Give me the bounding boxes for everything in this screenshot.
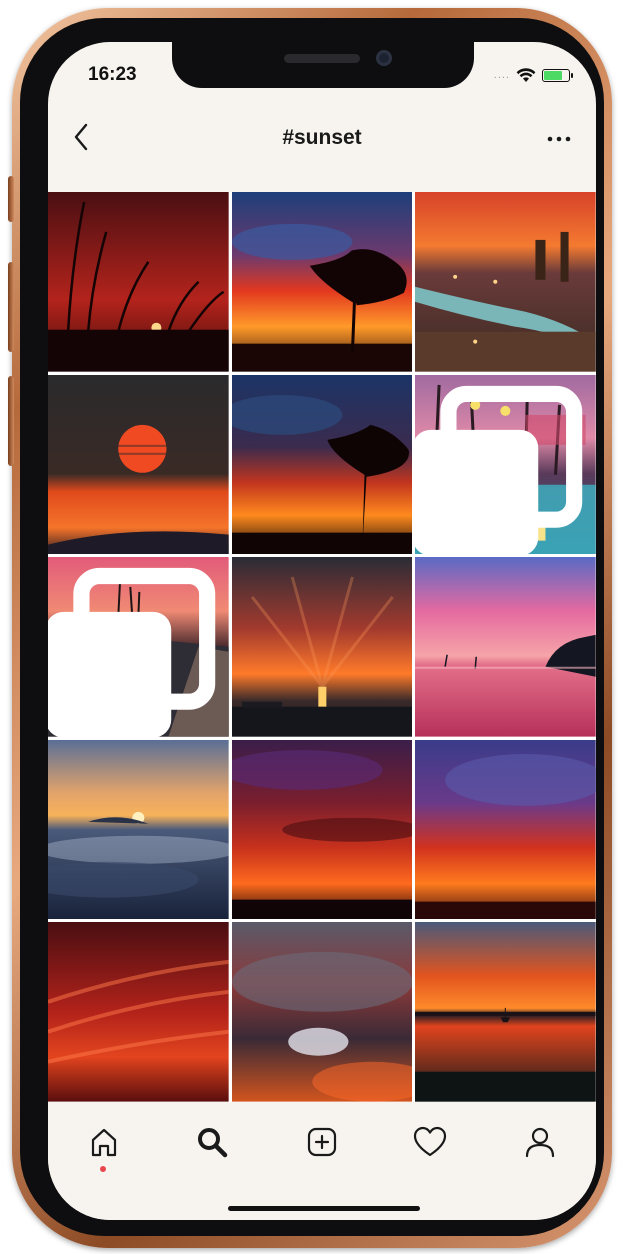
- pink-sea-sailboats-photo: [415, 557, 596, 737]
- photo-thumbnail[interactable]: [415, 192, 596, 372]
- bottom-tab-bar: [48, 1102, 596, 1220]
- photo-thumbnail[interactable]: [231, 739, 413, 920]
- purple-red-clouds-photo: [231, 739, 413, 920]
- sun-rays-lake-pier-photo: [231, 557, 413, 737]
- tree-silhouette-sunset-photo: [231, 192, 413, 372]
- heart-icon: [413, 1126, 447, 1157]
- photo-thumbnail[interactable]: [415, 739, 596, 920]
- multiple-photos-icon: [48, 568, 216, 737]
- tab-home[interactable]: [82, 1120, 126, 1164]
- more-horizontal-icon: [547, 136, 571, 142]
- battery-icon: [542, 68, 573, 82]
- photo-thumbnail[interactable]: [231, 922, 413, 1102]
- front-camera: [376, 50, 392, 66]
- lake-boat-sunset-photo: [415, 922, 596, 1102]
- multiple-photos-icon: [415, 385, 583, 555]
- notch: [172, 42, 474, 88]
- home-indicator[interactable]: [228, 1206, 420, 1211]
- battery-level: [544, 70, 563, 80]
- add-post-icon: [307, 1127, 337, 1157]
- mute-switch: [8, 176, 14, 222]
- tab-search[interactable]: [190, 1120, 234, 1164]
- speaker-grille: [284, 54, 360, 63]
- red-sun-horizon-photo: [48, 374, 229, 555]
- photo-thumbnail[interactable]: [48, 922, 229, 1102]
- photo-thumbnail[interactable]: [415, 374, 596, 555]
- status-indicators: ....: [493, 66, 573, 84]
- tab-activity[interactable]: [408, 1120, 452, 1164]
- stormy-clouds-photo: [231, 922, 413, 1102]
- cellular-signal-icon: ....: [493, 69, 510, 81]
- wifi-icon: [516, 67, 536, 82]
- photo-thumbnail[interactable]: [48, 192, 229, 372]
- city-river-sunset-photo: [415, 192, 596, 372]
- search-icon: [198, 1128, 228, 1158]
- streaky-red-sky-photo: [48, 922, 229, 1102]
- photo-thumbnail[interactable]: [48, 557, 229, 737]
- dramatic-clouds-tree-sunset-photo: [231, 374, 413, 555]
- notification-dot: [100, 1166, 106, 1172]
- photo-thumbnail[interactable]: [231, 557, 413, 737]
- page-title: #sunset: [282, 126, 362, 149]
- photo-thumbnail[interactable]: [415, 557, 596, 737]
- home-icon: [91, 1128, 117, 1157]
- more-options-button[interactable]: [544, 132, 574, 146]
- hashtag-photo-grid: [48, 192, 596, 1102]
- status-time: 16:23: [88, 64, 137, 85]
- photo-thumbnail[interactable]: [415, 922, 596, 1102]
- sea-of-clouds-sunset-photo: [48, 739, 229, 920]
- volume-up-button: [8, 262, 14, 352]
- tab-new-post[interactable]: [300, 1120, 344, 1164]
- volume-down-button: [8, 376, 14, 466]
- app-screen: 16:23 .... #sunset: [48, 42, 596, 1220]
- violet-sky-sunset-photo: [415, 739, 596, 920]
- tab-profile[interactable]: [518, 1120, 562, 1164]
- photo-thumbnail[interactable]: [48, 739, 229, 920]
- photo-thumbnail[interactable]: [231, 192, 413, 372]
- phone-mockup: 16:23 .... #sunset: [0, 0, 624, 1254]
- photo-thumbnail[interactable]: [231, 374, 413, 555]
- grass-silhouette-sunset-photo: [48, 192, 229, 372]
- profile-icon: [525, 1127, 555, 1158]
- photo-thumbnail[interactable]: [48, 374, 229, 555]
